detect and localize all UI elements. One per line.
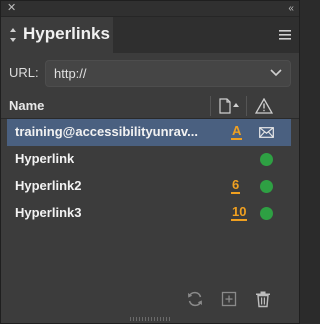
expand-collapse-arrows-icon[interactable] (9, 26, 17, 44)
url-value: http:// (54, 66, 87, 81)
panel-title: Hyperlinks (23, 24, 110, 43)
panel-footer (1, 286, 299, 314)
list-header: Name (1, 94, 299, 119)
status-ok-icon (260, 180, 273, 193)
hyperlink-name: training@accessibilityunrav... (15, 124, 198, 139)
list-item[interactable]: Hyperlink2 6 (7, 173, 291, 200)
page-link[interactable]: 6 (231, 178, 241, 194)
chevron-down-icon[interactable] (270, 69, 282, 77)
warning-icon[interactable] (255, 98, 273, 114)
column-header-name[interactable]: Name (9, 98, 44, 113)
list-item[interactable]: Hyperlink (7, 146, 291, 173)
hyperlinks-panel: ✕ ‹‹ Hyperlinks URL: http:// Name traini… (0, 0, 300, 324)
url-input[interactable]: http:// (45, 60, 291, 87)
url-row: URL: http:// (1, 59, 299, 89)
page-link[interactable]: 10 (231, 205, 248, 221)
url-label: URL: (9, 65, 39, 80)
new-hyperlink-icon[interactable] (220, 290, 238, 308)
mail-icon (259, 127, 274, 138)
tab-hyperlinks[interactable]: Hyperlinks (1, 17, 113, 53)
hyperlink-list: training@accessibilityunrav... A Hyperli… (1, 119, 299, 227)
refresh-icon[interactable] (186, 290, 204, 308)
hyperlink-name: Hyperlink3 (15, 205, 82, 220)
status-ok-icon (260, 153, 273, 166)
page-link[interactable]: A (231, 124, 243, 140)
column-divider (210, 96, 211, 116)
page-sort-icon[interactable] (218, 98, 240, 114)
close-icon[interactable]: ✕ (7, 2, 16, 15)
hamburger-menu-icon[interactable] (279, 30, 291, 40)
list-item[interactable]: training@accessibilityunrav... A (7, 119, 291, 146)
panel-tab-row: Hyperlinks (1, 17, 299, 53)
status-ok-icon (260, 207, 273, 220)
column-divider (246, 96, 247, 116)
list-item[interactable]: Hyperlink3 10 (7, 200, 291, 227)
trash-icon[interactable] (254, 290, 272, 308)
hyperlink-name: Hyperlink (15, 151, 75, 166)
panel-title-bar: ✕ ‹‹ (1, 1, 299, 17)
collapse-panel-icon[interactable]: ‹‹ (288, 2, 294, 15)
hyperlink-name: Hyperlink2 (15, 178, 82, 193)
resize-grip-icon[interactable] (129, 316, 171, 322)
